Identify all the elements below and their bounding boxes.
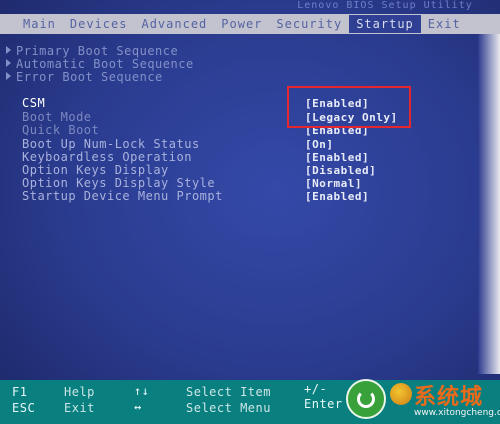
setting-option-keys-style-label[interactable]: Option Keys Display Style [22, 176, 215, 190]
triangle-right-icon [6, 59, 11, 67]
plus-minus-key: +/- [304, 382, 328, 396]
globe-icon [390, 383, 412, 405]
enter-key: Enter [304, 397, 343, 411]
tab-devices[interactable]: Devices [63, 15, 135, 33]
setting-boot-mode-label[interactable]: Boot Mode [22, 110, 92, 124]
submenu-label: Primary Boot Sequence [16, 44, 179, 58]
tab-power[interactable]: Power [214, 15, 269, 33]
tab-bar: Main Devices Advanced Power Security Sta… [0, 14, 500, 34]
submenu-label: Automatic Boot Sequence [16, 57, 194, 71]
setting-num-lock-label[interactable]: Boot Up Num-Lock Status [22, 137, 200, 151]
submenu-error-boot-sequence[interactable]: Error Boot Sequence [6, 70, 163, 84]
help-panel [478, 34, 500, 374]
tab-startup[interactable]: Startup [349, 15, 421, 33]
triangle-right-icon [6, 72, 11, 80]
highlight-annotation-box [287, 86, 411, 128]
esc-key: ESC [12, 401, 36, 415]
setting-startup-device-menu-label[interactable]: Startup Device Menu Prompt [22, 189, 223, 203]
setting-csm-label[interactable]: CSM [22, 96, 45, 110]
select-item-label: Select Item [186, 385, 271, 399]
tab-security[interactable]: Security [269, 15, 349, 33]
up-down-arrow-icon: ↑↓ [134, 384, 150, 398]
setting-option-keys-style-value[interactable]: [Normal] [305, 177, 362, 190]
watermark-text: 系统城 [414, 385, 484, 410]
settings-panel: Primary Boot Sequence Automatic Boot Seq… [0, 34, 500, 374]
left-right-arrow-icon: ↔ [134, 400, 142, 414]
utility-title: Lenovo BIOS Setup Utility [297, 0, 473, 11]
tab-main[interactable]: Main [16, 15, 63, 33]
setting-keyboardless-label[interactable]: Keyboardless Operation [22, 150, 192, 164]
select-menu-label: Select Menu [186, 401, 271, 415]
submenu-primary-boot-sequence[interactable]: Primary Boot Sequence [6, 44, 178, 58]
watermark-logo: 系统城 www.xitongcheng.com [346, 377, 500, 424]
submenu-label: Error Boot Sequence [16, 70, 163, 84]
tab-exit[interactable]: Exit [421, 15, 468, 33]
tab-advanced[interactable]: Advanced [134, 15, 214, 33]
setting-num-lock-value[interactable]: [On] [305, 138, 334, 151]
help-label: Help [64, 385, 95, 399]
triangle-right-icon [6, 46, 11, 54]
setting-keyboardless-value[interactable]: [Enabled] [305, 151, 369, 164]
setting-quick-boot-label[interactable]: Quick Boot [22, 123, 99, 137]
setting-option-keys-display-label[interactable]: Option Keys Display [22, 163, 169, 177]
power-refresh-icon [346, 379, 386, 419]
bios-screen: Lenovo BIOS Setup Utility Main Devices A… [0, 0, 500, 424]
exit-label: Exit [64, 401, 95, 415]
setting-option-keys-display-value[interactable]: [Disabled] [305, 164, 376, 177]
submenu-automatic-boot-sequence[interactable]: Automatic Boot Sequence [6, 57, 194, 71]
watermark-url: www.xitongcheng.com [414, 408, 500, 418]
setting-startup-device-menu-value[interactable]: [Enabled] [305, 190, 369, 203]
f1-key: F1 [12, 385, 28, 399]
